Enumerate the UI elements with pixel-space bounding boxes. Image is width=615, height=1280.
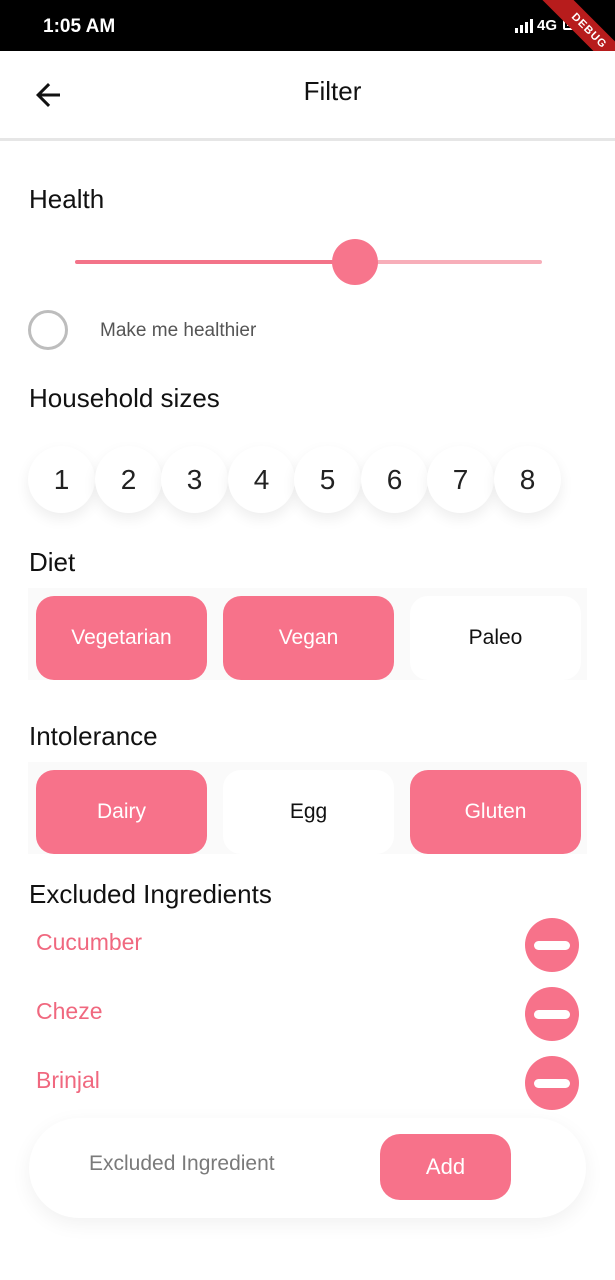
app-bar: Filter [0, 51, 615, 141]
diet-chip-paleo[interactable]: Paleo [410, 596, 581, 680]
status-bar: 1:05 AM 4G DEBUG [0, 0, 615, 82]
intolerance-chip-group: Dairy Egg Gluten [28, 762, 587, 854]
minus-icon [534, 1078, 570, 1088]
intolerance-chip-egg[interactable]: Egg [223, 770, 394, 854]
household-size-option[interactable]: 1 [28, 446, 95, 513]
household-size-option[interactable]: 7 [427, 446, 494, 513]
household-size-option[interactable]: 2 [95, 446, 162, 513]
slider-thumb[interactable] [332, 239, 378, 285]
make-healthier-label: Make me healthier [100, 320, 257, 341]
network-type: 4G [536, 17, 557, 34]
minus-icon [534, 940, 570, 950]
ingredient-name: Cucumber [36, 929, 143, 955]
intolerance-chip-gluten[interactable]: Gluten [410, 770, 581, 854]
household-size-option[interactable]: 5 [294, 446, 361, 513]
diet-chip-group: Vegetarian Vegan Paleo [28, 588, 587, 680]
health-slider[interactable] [75, 238, 542, 286]
remove-ingredient-button[interactable] [525, 918, 579, 972]
excluded-ingredient-row: Cheze [36, 986, 581, 1042]
diet-chip-vegetarian[interactable]: Vegetarian [36, 596, 207, 680]
slider-track-inactive [355, 260, 542, 264]
intolerance-title: Intolerance [29, 721, 158, 751]
household-title: Household sizes [29, 383, 220, 413]
ingredient-name: Brinjal [36, 1067, 100, 1093]
diet-chip-vegan[interactable]: Vegan [223, 596, 394, 680]
add-ingredient-card: Add [29, 1118, 586, 1218]
make-healthier-radio[interactable] [28, 310, 68, 350]
slider-track-active [75, 260, 355, 264]
health-title: Health [29, 184, 105, 214]
signal-icon [514, 18, 533, 33]
minus-icon [534, 1009, 570, 1019]
status-indicators: 4G [514, 17, 557, 34]
status-time: 1:05 AM [43, 16, 116, 37]
household-size-option[interactable]: 8 [494, 446, 561, 513]
remove-ingredient-button[interactable] [525, 1056, 579, 1110]
intolerance-chip-dairy[interactable]: Dairy [36, 770, 207, 854]
excluded-ingredient-input[interactable] [89, 1152, 349, 1176]
ingredient-name: Cheze [36, 998, 103, 1024]
remove-ingredient-button[interactable] [525, 987, 579, 1041]
diet-title: Diet [29, 547, 76, 577]
household-size-option[interactable]: 4 [228, 446, 295, 513]
household-size-option[interactable]: 6 [361, 446, 428, 513]
household-size-selector: 1 2 3 4 5 6 7 8 [28, 446, 568, 514]
add-ingredient-button[interactable]: Add [380, 1134, 511, 1200]
page-title: Filter [303, 76, 362, 106]
excluded-title: Excluded Ingredients [29, 879, 272, 909]
household-size-option[interactable]: 3 [161, 446, 228, 513]
excluded-ingredient-row: Brinjal [36, 1055, 581, 1111]
excluded-ingredient-row: Cucumber [36, 917, 581, 973]
